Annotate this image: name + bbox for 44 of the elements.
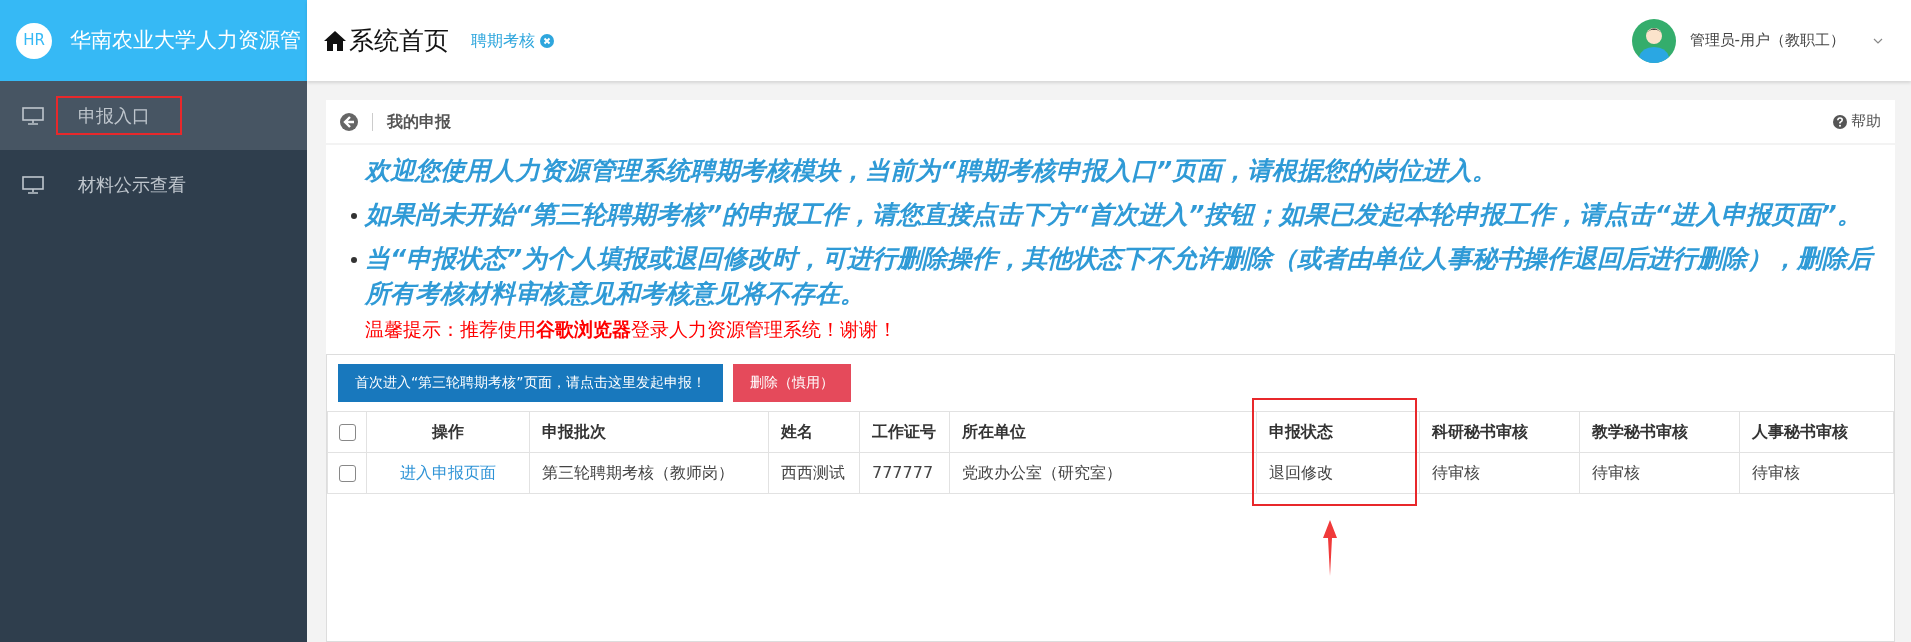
table-cell: 777777 <box>859 452 950 493</box>
page-title: 我的申报 <box>387 110 451 133</box>
close-icon[interactable] <box>540 33 554 48</box>
table-cell: 退回修改 <box>1256 452 1420 493</box>
notice-text: 当“申报状态”为个人填报或退回修改时，可进行删除操作，其他状态下不允许删除（或者由单位人事秘书操作退回后进行删除），删除后所有考核材料审核意见和考核意见将不存在。 <box>365 243 1876 310</box>
monitor-icon <box>22 106 44 125</box>
help-icon[interactable] <box>1833 114 1847 129</box>
start-report-button[interactable]: 首次进入“第三轮聘期考核”页面，请点击这里发起申报！ <box>338 363 723 402</box>
column-header: 人事秘书审核 <box>1739 411 1894 452</box>
table-cell: 待审核 <box>1419 452 1580 493</box>
header-tab[interactable]: 聘期考核 <box>471 28 554 53</box>
column-header: 操作 <box>366 411 530 452</box>
column-header: 所在单位 <box>949 411 1257 452</box>
bullet-icon <box>351 257 357 263</box>
table-cell: 第三轮聘期考核（教师岗） <box>529 452 769 493</box>
back-icon[interactable] <box>340 112 358 131</box>
delete-button[interactable]: 删除（慎用） <box>732 363 851 402</box>
table-cell: 待审核 <box>1579 452 1740 493</box>
column-header: 申报批次 <box>529 411 769 452</box>
bullet-icon <box>351 213 357 219</box>
column-header: 教学秘书审核 <box>1579 411 1740 452</box>
table-cell: 待审核 <box>1739 452 1894 493</box>
user-avatar[interactable] <box>1631 18 1676 63</box>
table-cell: 党政办公室（研究室） <box>949 452 1257 493</box>
notice-text: 欢迎您使用人力资源管理系统聘期考核模块，当前为“聘期考核申报入口”页面，请根据您的岗位进入。 <box>365 155 1499 187</box>
sidebar-item[interactable]: 申报入口 <box>0 81 307 150</box>
sidebar-item[interactable]: 材料公示查看 <box>0 150 307 219</box>
browser-tip: 温馨提示：推荐使用谷歌浏览器登录人力资源管理系统！谢谢！ <box>365 317 898 342</box>
home-label[interactable]: 系统首页 <box>349 21 449 60</box>
select-all-checkbox[interactable] <box>338 423 356 441</box>
monitor-icon <box>22 175 44 194</box>
app-title: 华南农业大学人力资源管 <box>70 26 301 54</box>
table-cell: 西西测试 <box>768 452 860 493</box>
column-header: 科研秘书审核 <box>1419 411 1580 452</box>
column-header: 申报状态 <box>1256 411 1420 452</box>
notice-text: 如果尚未开始“第三轮聘期考核”的申报工作，请您直接点击下方“首次进入”按钮；如果已发起本轮申报工作，请点击“进入申报页面”。 <box>365 199 1862 231</box>
home-icon[interactable] <box>323 29 347 52</box>
user-name[interactable]: 管理员-用户（教职工） <box>1689 29 1845 52</box>
hr-logo: HR <box>16 22 52 59</box>
help-link[interactable]: 帮助 <box>1851 110 1881 133</box>
column-header: 工作证号 <box>859 411 950 452</box>
column-header: 姓名 <box>768 411 860 452</box>
row-checkbox[interactable] <box>338 464 356 482</box>
chevron-down-icon[interactable] <box>1873 37 1883 44</box>
